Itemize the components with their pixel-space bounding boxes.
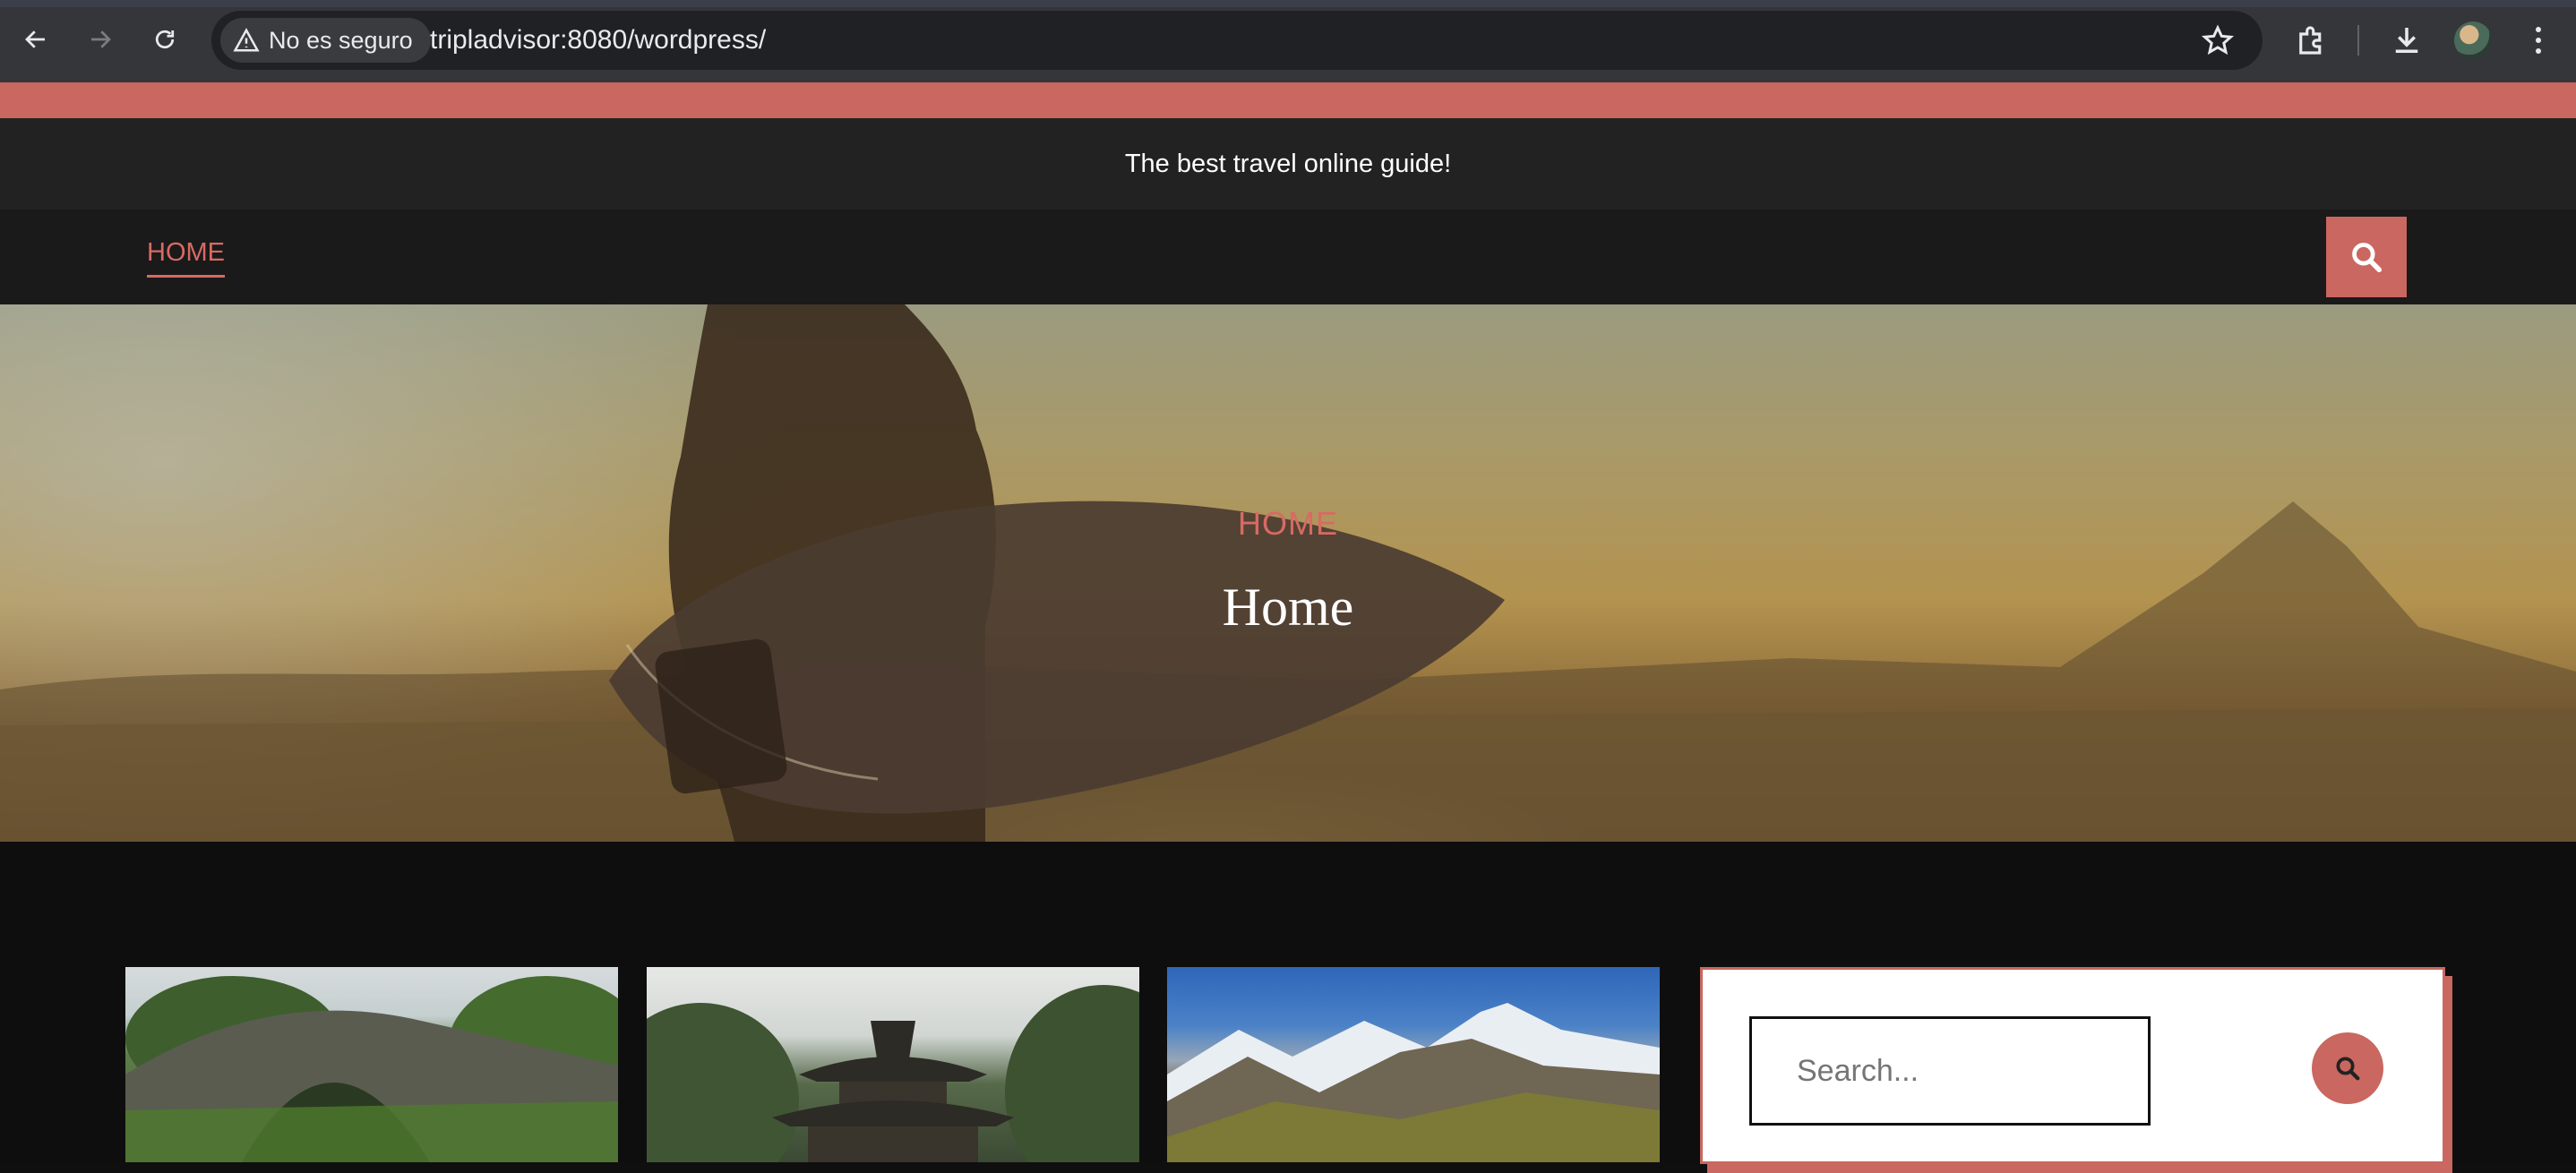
hero-breadcrumb[interactable]: HOME xyxy=(0,505,2576,543)
top-accent-bar xyxy=(0,82,2576,118)
post-thumbnail-bridge[interactable] xyxy=(125,967,618,1162)
main-navigation: HOME xyxy=(0,210,2576,304)
search-icon xyxy=(2352,243,2383,273)
url-text[interactable]: tripladvisor:8080/wordpress/ xyxy=(430,25,766,56)
back-icon[interactable] xyxy=(16,20,56,59)
nav-item-home[interactable]: HOME xyxy=(147,238,225,278)
url-path: :8080/wordpress/ xyxy=(560,25,767,55)
toolbar-divider xyxy=(2357,25,2359,56)
post-thumbnail-mountains[interactable] xyxy=(1167,967,1660,1162)
forward-icon[interactable] xyxy=(81,20,120,59)
download-icon[interactable] xyxy=(2388,21,2426,59)
main-content xyxy=(0,842,2576,1173)
hero-banner: HOME Home xyxy=(0,304,2576,842)
search-input[interactable] xyxy=(1749,1016,2151,1126)
address-bar[interactable]: No es seguro tripladvisor:8080/wordpress… xyxy=(211,11,2263,70)
search-icon xyxy=(2336,1057,2360,1081)
header-search-button[interactable] xyxy=(2326,217,2407,297)
post-thumbnail-pagoda[interactable] xyxy=(647,967,1139,1162)
search-submit-button[interactable] xyxy=(2312,1032,2383,1104)
site-tagline: The best travel online guide! xyxy=(0,118,2576,210)
url-host: tripladvisor xyxy=(430,25,561,55)
security-label: No es seguro xyxy=(269,26,413,54)
browser-toolbar: No es seguro tripladvisor:8080/wordpress… xyxy=(0,0,2576,82)
warning-icon xyxy=(233,28,260,52)
avatar[interactable] xyxy=(2454,21,2492,59)
hero-image xyxy=(0,304,2576,842)
search-widget xyxy=(1700,967,2445,1164)
page-title: Home xyxy=(1222,578,1354,637)
menu-icon[interactable] xyxy=(2531,21,2546,59)
security-chip[interactable]: No es seguro xyxy=(220,18,431,63)
extensions-icon[interactable] xyxy=(2293,21,2331,59)
star-icon[interactable] xyxy=(2200,23,2236,59)
reload-icon[interactable] xyxy=(145,20,185,59)
